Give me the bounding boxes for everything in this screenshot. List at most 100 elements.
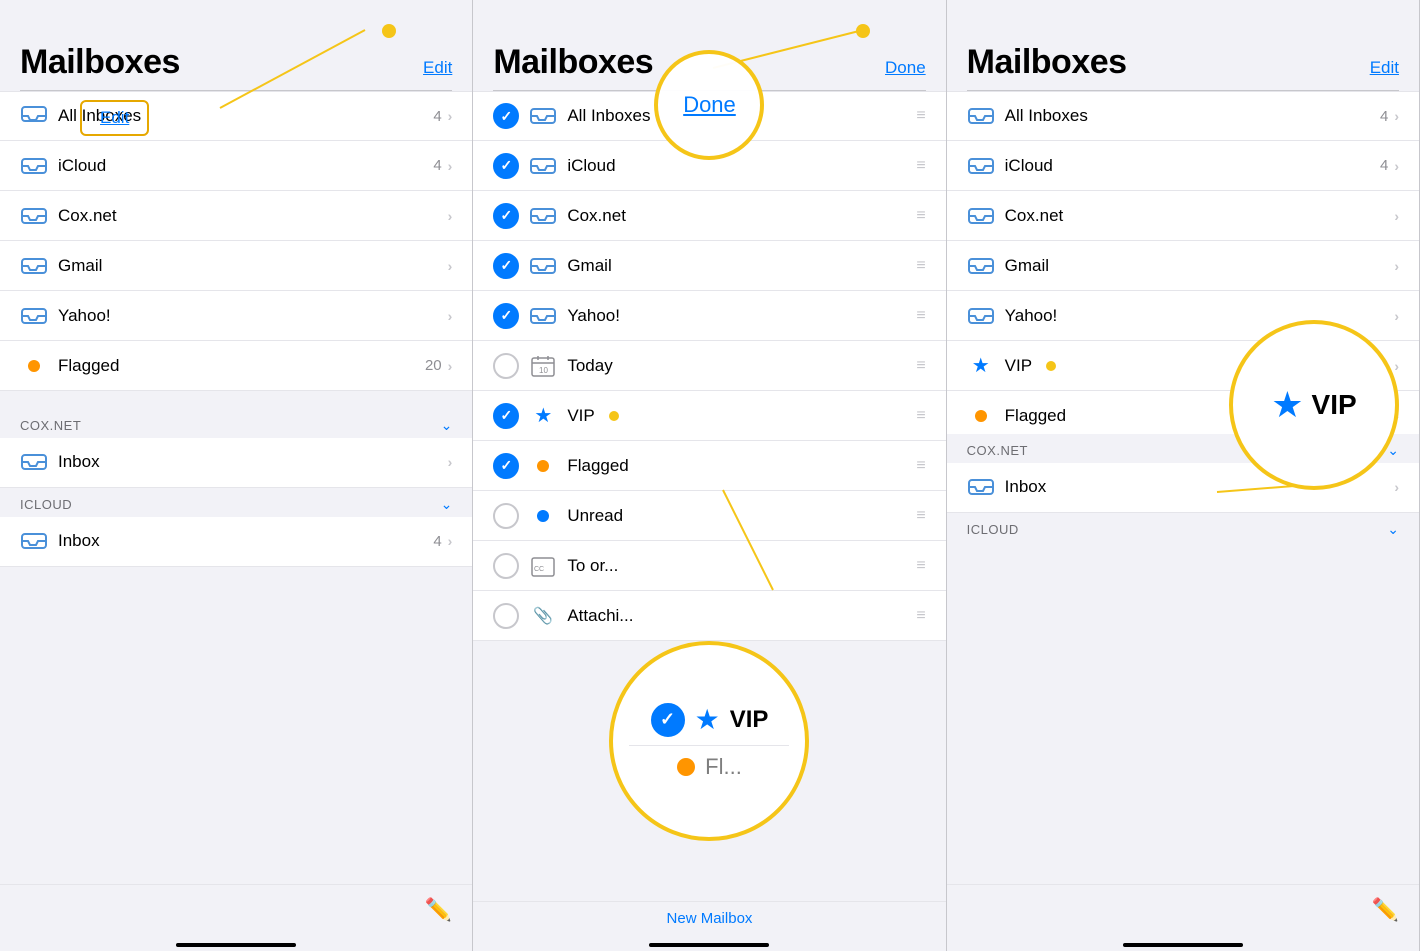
chevron-icon: › [1394,258,1399,274]
item-label: All Inboxes [58,106,141,126]
inbox-icon [967,205,995,227]
done-button[interactable]: Done [885,58,926,82]
list-item[interactable]: Inbox 4 › [0,517,472,567]
section-chevron-icon[interactable]: ⌄ [1387,521,1399,538]
item-badge: 20 [425,357,442,374]
list-item[interactable]: Gmail › [947,241,1419,291]
check-circle-empty[interactable] [493,553,519,579]
item-label: Yahoo! [567,306,620,326]
inbox-icon [967,155,995,177]
list-item[interactable]: 10 Today ≡ [473,341,945,391]
list-item[interactable]: Cox.net › [0,191,472,241]
item-label: Yahoo! [1005,306,1058,326]
item-label: To or... [567,556,618,576]
inbox-icon [20,205,48,227]
panel-header-1: Mailboxes Edit [0,0,472,90]
list-item[interactable]: Flagged 20 › [947,391,1419,434]
list-item[interactable]: Yahoo! › [947,291,1419,341]
check-circle[interactable] [493,453,519,479]
item-label: All Inboxes [567,106,650,126]
list-item[interactable]: Gmail ≡ [473,241,945,291]
drag-handle-icon[interactable]: ≡ [916,457,925,475]
inbox-icon [967,305,995,327]
drag-handle-icon[interactable]: ≡ [916,257,925,275]
chevron-icon: › [448,308,453,324]
list-item[interactable]: Yahoo! › [0,291,472,341]
chevron-icon: › [448,533,453,549]
list-item[interactable]: CC To or... ≡ [473,541,945,591]
check-circle[interactable] [493,303,519,329]
drag-handle-icon[interactable]: ≡ [916,207,925,225]
check-circle[interactable] [493,403,519,429]
edit-button-3[interactable]: Edit [1370,58,1399,82]
panel-mailboxes-2: Mailboxes Done All Inboxes ≡ iCloud [473,0,946,951]
check-circle[interactable] [493,253,519,279]
chevron-icon: › [448,454,453,470]
list-item[interactable]: All Inboxes 4 › [947,91,1419,141]
inbox-icon [20,255,48,277]
list-item[interactable]: iCloud 4 › [0,141,472,191]
drag-handle-icon[interactable]: ≡ [916,107,925,125]
section-chevron-icon[interactable]: ⌄ [441,496,453,513]
item-label: Inbox [1005,477,1047,497]
compose-icon[interactable]: ✏️ [425,897,452,923]
list-item-vip[interactable]: ★ VIP ≡ [473,391,945,441]
drag-handle-icon[interactable]: ≡ [916,357,925,375]
panel-header-2: Mailboxes Done [473,0,945,90]
list-item[interactable]: Inbox › [0,438,472,488]
list-item-vip[interactable]: ★ VIP i › [947,341,1419,391]
list-item[interactable]: All Inboxes ≡ [473,91,945,141]
inbox-icon [529,255,557,277]
drag-handle-icon[interactable]: ≡ [916,507,925,525]
list-item[interactable]: Cox.net › [947,191,1419,241]
flagged-icon [529,455,557,477]
drag-handle-icon[interactable]: ≡ [916,607,925,625]
item-label: Inbox [58,452,100,472]
drag-handle-icon[interactable]: ≡ [916,157,925,175]
edit-button-1[interactable]: Edit [423,58,452,82]
check-circle-empty[interactable] [493,353,519,379]
inbox-icon [967,105,995,127]
inbox-icon [20,305,48,327]
drag-handle-icon[interactable]: ≡ [916,557,925,575]
new-mailbox-link[interactable]: New Mailbox [473,901,945,935]
info-icon[interactable]: i [1366,355,1388,377]
check-circle[interactable] [493,203,519,229]
panel-mailboxes-3: Mailboxes Edit All Inboxes 4 › iCloud [947,0,1420,951]
list-item[interactable]: iCloud 4 › [947,141,1419,191]
list-item[interactable]: All Inboxes 4 › [0,91,472,141]
home-bar-1 [0,935,472,951]
inbox-icon [529,105,557,127]
panel-title-3: Mailboxes [967,43,1127,82]
item-label: Today [567,356,612,376]
item-badge: 4 [1380,157,1388,174]
panel-mailboxes-1: Mailboxes Edit All Inboxes 4 › iCloud [0,0,473,951]
list-item[interactable]: Yahoo! ≡ [473,291,945,341]
list-item[interactable]: Gmail › [0,241,472,291]
list-item[interactable]: Inbox › [947,463,1419,513]
list-item[interactable]: Flagged ≡ [473,441,945,491]
check-circle[interactable] [493,153,519,179]
section-header-icloud-1: ICLOUD ⌄ [0,488,472,517]
list-item[interactable]: Unread ≡ [473,491,945,541]
item-label: Gmail [58,256,102,276]
check-circle-empty[interactable] [493,503,519,529]
item-label: Attachi... [567,606,633,626]
drag-handle-icon[interactable]: ≡ [916,307,925,325]
chevron-icon: › [448,208,453,224]
zoom-flagged-label: Fl... [705,754,742,780]
list-item[interactable]: Cox.net ≡ [473,191,945,241]
list-item[interactable]: iCloud ≡ [473,141,945,191]
check-circle-empty[interactable] [493,603,519,629]
list-item[interactable]: Flagged 20 › [0,341,472,391]
list-1: All Inboxes 4 › iCloud 4 › [0,91,472,409]
section-chevron-icon[interactable]: ⌄ [441,417,453,434]
section-chevron-icon[interactable]: ⌄ [1387,442,1399,459]
home-bar-line [176,943,296,947]
check-circle[interactable] [493,103,519,129]
item-label: Inbox [58,531,100,551]
compose-icon[interactable]: ✏️ [1372,897,1399,923]
today-icon: 10 [529,355,557,377]
drag-handle-icon[interactable]: ≡ [916,407,925,425]
list-item[interactable]: 📎 Attachi... ≡ [473,591,945,641]
